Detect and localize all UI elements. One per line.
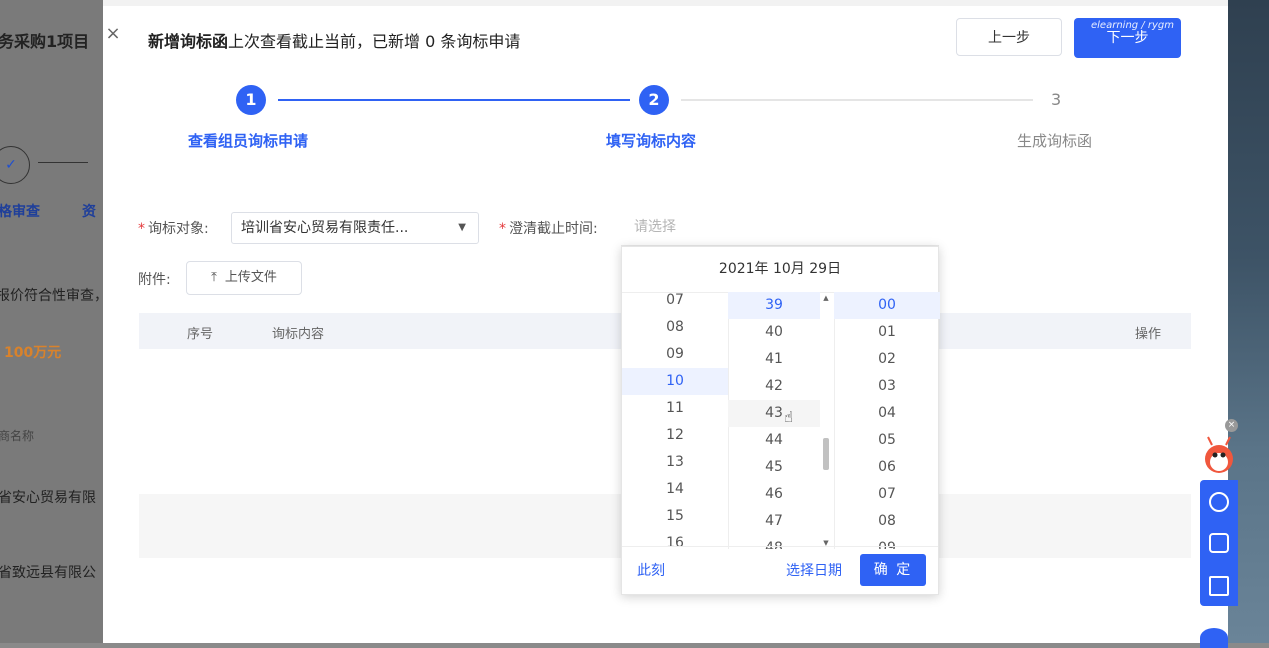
now-link[interactable]: 此刻 (637, 560, 665, 580)
second-column[interactable]: 00 01 02 03 04 05 06 07 08 09 (834, 292, 940, 549)
target-label-text: 询标对象: (148, 221, 209, 237)
background-text: 报价符合性审查， (0, 288, 103, 304)
step-line-done (278, 99, 630, 101)
required-mark: * (499, 221, 506, 237)
hour-option[interactable]: 08 (622, 314, 728, 341)
step-3-label: 生成询标函 (1017, 132, 1093, 150)
target-select-value: 培训省安心贸易有限责任... (241, 220, 409, 236)
deadline-input[interactable]: 请选择 (621, 208, 939, 246)
minute-option[interactable]: 45 (728, 454, 820, 481)
minute-scrollbar[interactable]: ▲ ▼ (820, 292, 832, 549)
step-3-number: 3 (1051, 90, 1062, 109)
picker-date[interactable]: 2021年 10月 29日 (622, 247, 938, 293)
upload-icon: ⤒ (211, 270, 217, 285)
caret-down-icon: ▼ (458, 222, 466, 233)
upload-button-label: 上传文件 (224, 270, 277, 285)
close-icon[interactable]: × (103, 24, 123, 44)
step-2-label: 填写询标内容 (606, 132, 697, 150)
minute-option[interactable]: 42 (728, 373, 820, 400)
previous-step-button[interactable]: 上一步 (956, 18, 1062, 56)
second-option[interactable]: 03 (834, 373, 940, 400)
minute-option[interactable]: 41 (728, 346, 820, 373)
second-option[interactable]: 07 (834, 481, 940, 508)
minute-option[interactable]: 46 (728, 481, 820, 508)
second-option-selected[interactable]: 00 (834, 292, 940, 319)
confirm-button[interactable]: 确 定 (860, 554, 926, 586)
step-2-circle: 2 (639, 85, 669, 115)
watermark: elearning / rygm (1091, 20, 1174, 31)
background-amount: 100万元 (4, 345, 62, 361)
minute-option[interactable]: 40 (728, 319, 820, 346)
qr-code-icon[interactable] (1209, 576, 1229, 596)
side-toolbar (1200, 480, 1238, 606)
hour-option[interactable]: 09 (622, 341, 728, 368)
modal-dialog: × 新增询标函上次查看截止当前，已新增 0 条询标申请 上一步 下一步 elea… (103, 6, 1228, 643)
hour-option[interactable]: 15 (622, 503, 728, 530)
choose-date-link[interactable]: 选择日期 (786, 560, 842, 580)
hour-option[interactable]: 14 (622, 476, 728, 503)
background-step-check: ✓ (0, 146, 30, 184)
hour-option-selected[interactable]: 10 (622, 368, 728, 395)
screen-icon[interactable] (1209, 533, 1229, 553)
hour-option[interactable]: 13 (622, 449, 728, 476)
hour-column[interactable]: 07 08 09 10 11 12 13 14 15 16 (622, 292, 729, 549)
attachment-label: 附件: (138, 272, 171, 288)
step-1-label: 查看组员询标申请 (188, 132, 309, 150)
background-column: 商名称 (0, 429, 35, 443)
modal-title-info: 上次查看截止当前，已新增 0 条询标申请 (228, 32, 521, 51)
required-mark: * (138, 221, 145, 237)
second-option[interactable]: 05 (834, 427, 940, 454)
picker-footer: 此刻 选择日期 确 定 (622, 546, 938, 594)
step-1-circle: 1 (236, 85, 266, 115)
background-title: 务采购1项目 (0, 32, 90, 51)
hour-option[interactable]: 11 (622, 395, 728, 422)
hour-option[interactable]: 07 (622, 292, 728, 314)
hand-pointer-icon: ☝ (784, 408, 794, 426)
scrollbar-thumb[interactable] (823, 438, 829, 470)
datetime-picker: 2021年 10月 29日 07 08 09 10 11 12 13 14 15… (621, 246, 940, 595)
second-option[interactable]: 04 (834, 400, 940, 427)
second-option[interactable]: 01 (834, 319, 940, 346)
background-step-line (38, 162, 88, 163)
chat-icon[interactable] (1200, 628, 1228, 648)
step-line-pending (681, 99, 1033, 101)
minute-option[interactable]: 44 (728, 427, 820, 454)
modal-title-main: 新增询标函 (148, 32, 229, 51)
column-header: 询标内容 (272, 327, 325, 342)
minute-column[interactable]: 39 40 41 42 43 44 45 46 47 48 (728, 292, 835, 549)
background-page: 务采购1项目 ✓ 格审查 资 报价符合性审查， 100万元 商名称 省安心贸易有… (0, 0, 103, 643)
background-row: 省安心贸易有限 (0, 490, 96, 506)
background-row: 省致远县有限公 (0, 565, 96, 581)
minute-option-selected[interactable]: 39 (728, 292, 820, 319)
upload-button[interactable]: ⤒ 上传文件 (186, 261, 302, 295)
background-step-label: 资 (82, 204, 96, 220)
close-icon[interactable]: × (1225, 419, 1238, 432)
minute-option[interactable]: 47 (728, 508, 820, 535)
second-option[interactable]: 08 (834, 508, 940, 535)
scroll-up-icon[interactable]: ▲ (820, 294, 832, 302)
second-option[interactable]: 02 (834, 346, 940, 373)
minute-option-hover[interactable]: 43 (728, 400, 820, 427)
column-header: 操作 (1135, 327, 1162, 342)
headset-icon[interactable] (1209, 492, 1229, 512)
second-option[interactable]: 06 (834, 454, 940, 481)
target-select[interactable]: 培训省安心贸易有限责任... ▼ (231, 212, 479, 244)
background-step-label: 格审查 (0, 204, 40, 220)
hour-option[interactable]: 12 (622, 422, 728, 449)
mascot-icon[interactable] (1203, 435, 1235, 477)
modal-title: 新增询标函上次查看截止当前，已新增 0 条询标申请 (148, 28, 520, 52)
target-label: * 询标对象: (138, 218, 209, 238)
deadline-label-text: 澄清截止时间: (509, 221, 598, 237)
deadline-label: * 澄清截止时间: (499, 218, 598, 238)
column-header: 序号 (187, 327, 214, 342)
